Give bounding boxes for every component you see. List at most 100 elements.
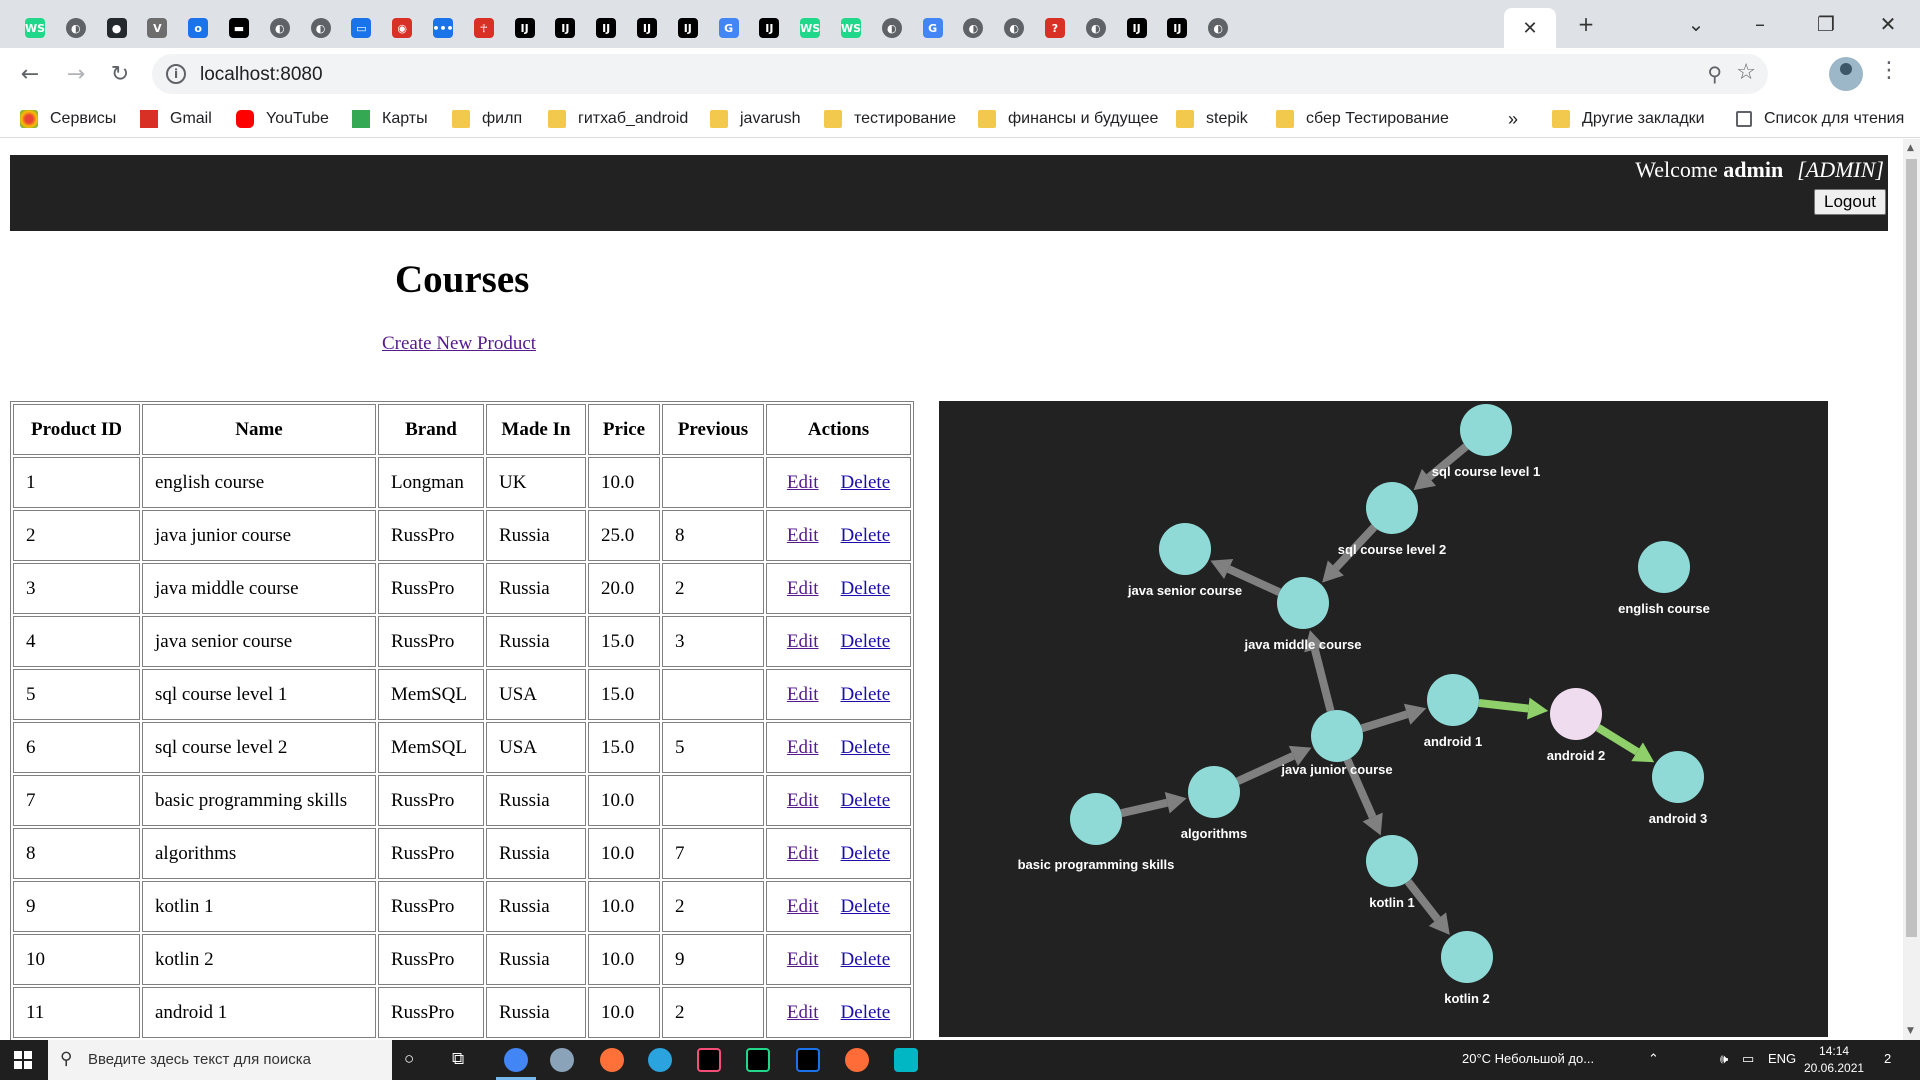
tab-search-icon[interactable]: ⌄ <box>1680 8 1712 40</box>
edit-link[interactable]: Edit <box>787 949 819 970</box>
other-bookmarks-folder[interactable]: Другие закладки <box>1552 108 1705 130</box>
graph-node[interactable] <box>1427 674 1479 726</box>
delete-link[interactable]: Delete <box>841 525 891 546</box>
chrome-taskbar-icon[interactable] <box>504 1048 528 1072</box>
bookmark-item[interactable]: Сервисы <box>20 108 116 130</box>
task-view-icon[interactable]: ⧉ <box>452 1049 464 1069</box>
forward-button[interactable]: → <box>60 58 92 90</box>
graph-node[interactable] <box>1550 688 1602 740</box>
active-browser-tab[interactable]: ✕ <box>1504 8 1556 48</box>
browser-tab[interactable]: WS <box>828 8 874 48</box>
browser-tab[interactable]: IJ <box>542 8 588 48</box>
browser-tab[interactable]: ◐ <box>1073 8 1119 48</box>
browser-tab[interactable]: WS <box>787 8 833 48</box>
delete-link[interactable]: Delete <box>841 949 891 970</box>
graph-node[interactable] <box>1366 482 1418 534</box>
more-bookmarks-button[interactable]: » <box>1508 108 1518 130</box>
graph-node[interactable] <box>1638 541 1690 593</box>
site-info-icon[interactable]: i <box>166 64 186 84</box>
minimize-button[interactable]: – <box>1740 8 1780 40</box>
bookmark-item[interactable]: javarush <box>710 108 800 130</box>
browser-tab[interactable]: ? <box>1032 8 1078 48</box>
delete-link[interactable]: Delete <box>841 896 891 917</box>
code-taskbar-icon[interactable] <box>796 1048 820 1072</box>
delete-link[interactable]: Delete <box>841 684 891 705</box>
edit-link[interactable]: Edit <box>787 896 819 917</box>
graph-node[interactable] <box>1070 793 1122 845</box>
delete-link[interactable]: Delete <box>841 1002 891 1023</box>
graph-node[interactable] <box>1159 523 1211 575</box>
bookmark-item[interactable]: гитхаб_android <box>548 108 688 130</box>
graph-node[interactable] <box>1277 577 1329 629</box>
delete-link[interactable]: Delete <box>841 843 891 864</box>
browser-menu-icon[interactable]: ⋮ <box>1878 58 1900 83</box>
browser-tab[interactable]: WS <box>12 8 58 48</box>
delete-link[interactable]: Delete <box>841 737 891 758</box>
weather-widget[interactable]: 20°C Небольшой до... <box>1462 1051 1594 1066</box>
url-text[interactable]: localhost:8080 <box>200 64 323 86</box>
delete-link[interactable]: Delete <box>841 578 891 599</box>
browser-tab[interactable]: G <box>706 8 752 48</box>
browser-tab[interactable]: IJ <box>1154 8 1200 48</box>
browser-tab[interactable]: ☥ <box>461 8 507 48</box>
edit-link[interactable]: Edit <box>787 631 819 652</box>
language-indicator[interactable]: ENG <box>1768 1051 1796 1066</box>
browser-tab[interactable]: ▬ <box>216 8 262 48</box>
cortana-icon[interactable]: ○ <box>404 1049 414 1069</box>
browser-tab[interactable]: G <box>910 8 956 48</box>
edit-link[interactable]: Edit <box>787 737 819 758</box>
graph-node[interactable] <box>1366 835 1418 887</box>
browser-tab[interactable]: ◐ <box>991 8 1037 48</box>
close-window-button[interactable]: ✕ <box>1868 8 1908 40</box>
graph-node[interactable] <box>1441 931 1493 983</box>
browser-tab[interactable]: IJ <box>502 8 548 48</box>
scrollbar-thumb[interactable] <box>1906 159 1917 937</box>
profile-avatar[interactable] <box>1829 57 1863 91</box>
postman-taskbar-icon[interactable] <box>845 1048 869 1072</box>
maximize-button[interactable]: ❐ <box>1806 8 1846 40</box>
page-scrollbar[interactable]: ▲ ▼ <box>1903 139 1920 1040</box>
address-bar[interactable]: i localhost:8080 ⚲ ☆ <box>152 54 1768 94</box>
browser-tab[interactable]: ● <box>94 8 140 48</box>
notifications-icon[interactable]: 2 <box>1884 1051 1891 1066</box>
browser-tab[interactable]: ◉ <box>379 8 425 48</box>
delete-link[interactable]: Delete <box>841 790 891 811</box>
windows-start-icon[interactable] <box>14 1051 32 1069</box>
browser-tab[interactable]: ▭ <box>338 8 384 48</box>
back-button[interactable]: ← <box>14 58 46 90</box>
course-dependency-graph[interactable]: english course java junior course java mid… <box>939 401 1828 1037</box>
bookmark-item[interactable]: stepik <box>1176 108 1248 130</box>
edit-link[interactable]: Edit <box>787 578 819 599</box>
graph-node[interactable] <box>1652 751 1704 803</box>
browser-tab[interactable]: V <box>134 8 180 48</box>
browser-tab[interactable]: IJ <box>583 8 629 48</box>
bookmark-item[interactable]: Карты <box>352 108 428 130</box>
new-tab-button[interactable]: + <box>1570 8 1602 40</box>
delete-link[interactable]: Delete <box>841 472 891 493</box>
intellij-taskbar-icon[interactable] <box>697 1048 721 1072</box>
browser-tab[interactable]: IJ <box>624 8 670 48</box>
telegram-taskbar-icon[interactable] <box>648 1048 672 1072</box>
scroll-up-arrow-icon[interactable]: ▲ <box>1907 143 1914 153</box>
network-icon[interactable]: ▭ <box>1742 1051 1754 1067</box>
azure-taskbar-icon[interactable] <box>894 1048 918 1072</box>
browser-tab[interactable]: ◐ <box>869 8 915 48</box>
edit-link[interactable]: Edit <box>787 843 819 864</box>
firefox-taskbar-icon[interactable] <box>600 1048 624 1072</box>
volume-icon[interactable]: 🕪 <box>1720 1051 1728 1067</box>
delete-link[interactable]: Delete <box>841 631 891 652</box>
browser-tab[interactable]: ••• <box>420 8 466 48</box>
create-new-product-link[interactable]: Create New Product <box>382 333 536 355</box>
edit-link[interactable]: Edit <box>787 790 819 811</box>
graph-node[interactable] <box>1460 404 1512 456</box>
browser-tab[interactable]: ◐ <box>1195 8 1241 48</box>
close-tab-icon[interactable]: ✕ <box>1522 18 1537 39</box>
edit-link[interactable]: Edit <box>787 684 819 705</box>
edit-link[interactable]: Edit <box>787 525 819 546</box>
browser-tab[interactable]: ◐ <box>950 8 996 48</box>
graph-node[interactable] <box>1188 766 1240 818</box>
taskbar-search-input[interactable]: ⚲ Введите здесь текст для поиска <box>48 1040 392 1080</box>
scroll-down-arrow-icon[interactable]: ▼ <box>1907 1026 1914 1036</box>
taskbar-clock[interactable]: 14:14 20.06.2021 <box>1804 1043 1864 1077</box>
bookmark-star-icon[interactable]: ☆ <box>1736 60 1756 85</box>
